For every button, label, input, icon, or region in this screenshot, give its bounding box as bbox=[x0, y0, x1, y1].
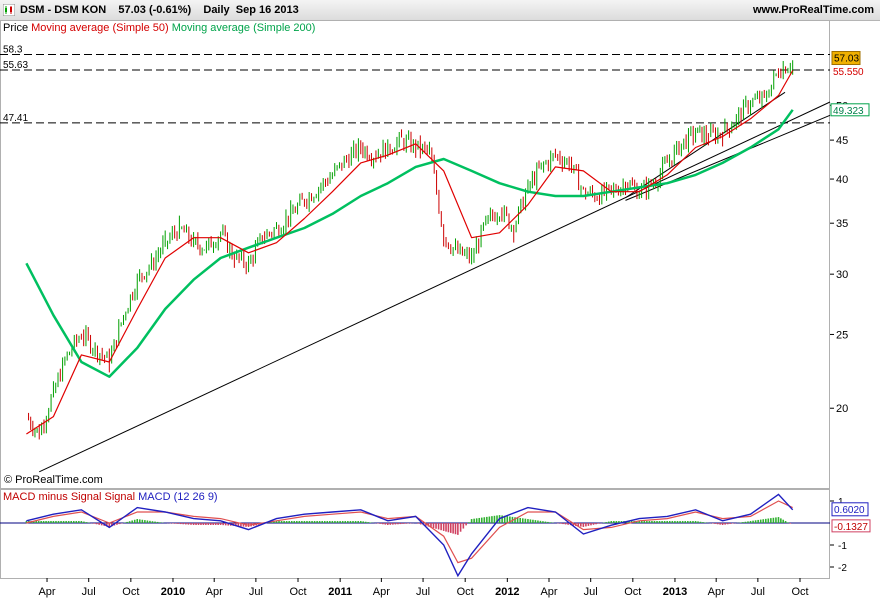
macd-legend-signal[interactable]: Signal bbox=[104, 491, 135, 503]
ma50-line bbox=[26, 70, 794, 435]
x-axis-label: Jul bbox=[751, 586, 765, 598]
signal-value: -0.1327 bbox=[834, 522, 868, 533]
price-y-tick-label: 20 bbox=[836, 403, 848, 415]
x-axis-label: Apr bbox=[38, 586, 55, 598]
ma200-value: 49.323 bbox=[833, 106, 864, 117]
x-axis-label: Oct bbox=[122, 586, 139, 598]
macd-y-tick-label: -1 bbox=[838, 541, 847, 552]
x-axis-label: Oct bbox=[457, 586, 474, 598]
level-label: 47.41 bbox=[3, 113, 28, 124]
x-axis-label: 2012 bbox=[495, 586, 519, 598]
x-axis-label: Oct bbox=[624, 586, 641, 598]
x-axis-label: Apr bbox=[708, 586, 725, 598]
x-axis-label: Apr bbox=[540, 586, 557, 598]
price-y-tick-label: 25 bbox=[836, 329, 848, 341]
price-chart[interactable]: 2025303540455058.355.6347.4157.0355.5504… bbox=[0, 0, 880, 600]
x-axis-label: 2013 bbox=[663, 586, 687, 598]
last-price-value: 57.03 bbox=[834, 53, 859, 64]
x-axis-label: 2010 bbox=[161, 586, 185, 598]
price-y-tick-label: 35 bbox=[836, 218, 848, 230]
price-panel-border bbox=[0, 20, 830, 489]
macd-value: 0.6020 bbox=[834, 505, 865, 516]
x-axis-label: Jul bbox=[584, 586, 598, 598]
macd-line bbox=[26, 493, 794, 578]
x-axis-label: Oct bbox=[791, 586, 808, 598]
macd-legend: MACD minus Signal Signal MACD (12 26 9) bbox=[3, 491, 218, 503]
level-label: 58.3 bbox=[3, 45, 23, 56]
macd-legend-macd[interactable]: MACD (12 26 9) bbox=[138, 491, 217, 503]
x-axis-label: Jul bbox=[249, 586, 263, 598]
x-axis-label: Jul bbox=[82, 586, 96, 598]
ma200-line bbox=[25, 109, 794, 378]
x-axis-label: Apr bbox=[206, 586, 223, 598]
short-trendline bbox=[625, 91, 786, 199]
x-axis-label: Oct bbox=[289, 586, 306, 598]
price-y-tick-label: 40 bbox=[836, 174, 848, 186]
macd-legend-histogram[interactable]: MACD minus Signal bbox=[3, 491, 101, 503]
level-label: 55.63 bbox=[3, 60, 28, 71]
price-y-tick-label: 45 bbox=[836, 135, 848, 147]
signal-line bbox=[26, 500, 793, 564]
x-axis-label: Apr bbox=[373, 586, 390, 598]
macd-y-tick-label: -2 bbox=[838, 563, 847, 574]
ma50-value: 55.550 bbox=[833, 67, 864, 78]
x-axis-label: Jul bbox=[416, 586, 430, 598]
x-axis-label: 2011 bbox=[328, 586, 352, 598]
price-y-tick-label: 30 bbox=[836, 269, 848, 281]
watermark: © ProRealTime.com bbox=[4, 474, 103, 486]
